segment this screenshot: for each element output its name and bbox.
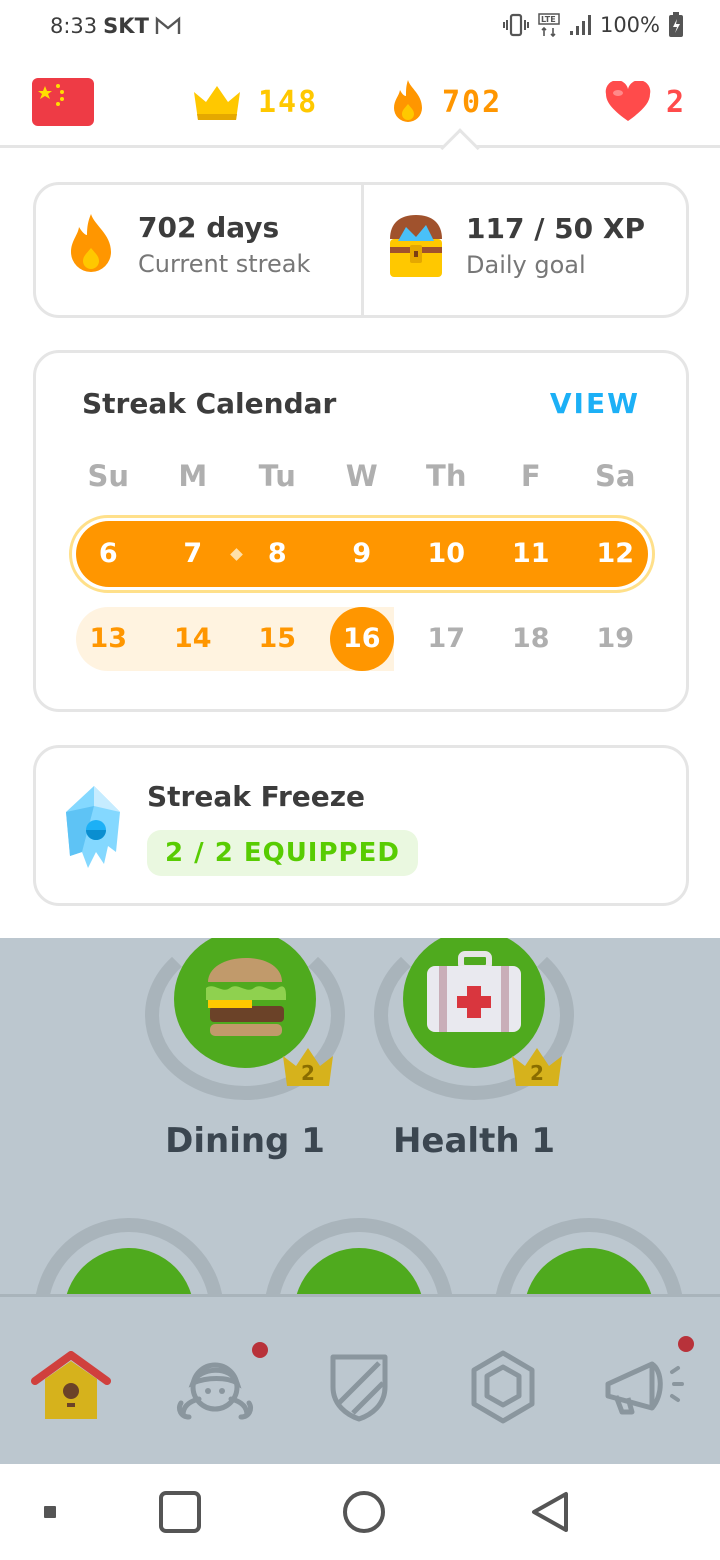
recents-icon[interactable] [158, 1490, 202, 1534]
calendar-title: Streak Calendar [82, 387, 337, 420]
lte-icon: LTE [538, 13, 560, 38]
calendar-day: 14 [173, 623, 212, 654]
shield-icon [330, 1354, 388, 1422]
calendar-day: 18 [511, 623, 550, 654]
calendar-day: 7 [151, 521, 243, 587]
notification-dot [252, 1342, 268, 1358]
svg-text:2: 2 [301, 1061, 315, 1085]
streak-days: 702 days [138, 211, 280, 244]
streak-counter[interactable]: 702 [388, 78, 502, 126]
status-left: 8:33 SKT [50, 14, 181, 38]
skill-dining[interactable]: 2 Dining 1 [145, 938, 345, 1161]
streak-caption: Current streak [138, 250, 311, 278]
weekday-label: Sa [595, 459, 636, 493]
ice-cube-icon [66, 786, 120, 868]
equipped-badge: 2 / 2 EQUIPPED [147, 830, 418, 876]
weekday-label: Su [87, 459, 130, 493]
calendar-day: 8 [267, 538, 287, 569]
skill-bubble[interactable] [34, 1218, 224, 1294]
fire-icon [394, 80, 422, 122]
calendar-day: 9 [352, 538, 372, 569]
crown-icon [194, 86, 240, 120]
calendar-day: 11 [511, 538, 550, 569]
carrier: SKT [103, 14, 149, 38]
skill-health[interactable]: 2 Health 1 [374, 938, 574, 1161]
crown-counter[interactable]: 148 [190, 78, 318, 126]
calendar-week-2: 13 14 15 16 17 18 19 [66, 607, 658, 671]
freeze-title: Streak Freeze [147, 780, 366, 813]
megaphone-icon [605, 1361, 684, 1415]
daily-goal: 117 / 50 XP Daily goal [386, 211, 645, 279]
crown-count: 148 [258, 84, 319, 120]
tab-profile[interactable] [170, 1342, 268, 1432]
clock: 8:33 [50, 14, 98, 38]
weekday-header: Su M Tu W Th F Sa [66, 459, 658, 493]
notification-dot [678, 1336, 694, 1352]
bottom-tab-bar [0, 1294, 720, 1464]
weekday-label: W [345, 459, 378, 493]
svg-text:2: 2 [530, 1061, 544, 1085]
fire-icon [71, 213, 111, 272]
back-icon[interactable] [528, 1490, 572, 1534]
view-calendar-button[interactable]: VIEW [550, 387, 640, 420]
home-circle-icon[interactable] [342, 1490, 386, 1534]
china-flag-icon[interactable] [32, 78, 94, 126]
learning-path: 2 Dining 1 2 Health 1 [0, 938, 720, 1294]
calendar-day: 12 [596, 538, 635, 569]
top-stats-bar: 148 702 2 [0, 56, 720, 148]
birdhouse-icon [31, 1351, 111, 1419]
weekday-label: Tu [258, 459, 296, 493]
streak-freeze-card[interactable]: Streak Freeze 2 / 2 EQUIPPED [33, 745, 689, 906]
xp-progress: 117 / 50 XP [466, 211, 645, 245]
menu-square-icon[interactable] [44, 1506, 56, 1518]
treasure-chest-icon [390, 215, 442, 277]
crown-level-icon: 2 [512, 1048, 562, 1086]
signal-icon [569, 15, 591, 35]
gem-icon [471, 1350, 535, 1424]
skill-label: Health 1 [392, 1121, 556, 1161]
battery-percent: 100% [599, 13, 660, 37]
crown-level-icon: 2 [283, 1048, 333, 1086]
hearts-counter[interactable]: 2 [604, 78, 686, 126]
skill-bubble[interactable] [264, 1218, 454, 1294]
card-divider [361, 185, 364, 315]
calendar-week-1: 6 7 8 9 10 11 12 [66, 521, 658, 587]
vibrate-icon [502, 13, 529, 37]
status-right: LTE 100% [502, 12, 684, 38]
skill-bubble[interactable] [494, 1218, 684, 1294]
goal-caption: Daily goal [466, 250, 586, 279]
weekday-label: M [178, 459, 208, 493]
svg-text:LTE: LTE [541, 15, 556, 24]
skill-label: Dining 1 [165, 1121, 325, 1161]
weekday-label: Th [426, 459, 467, 493]
gmail-icon [155, 16, 181, 34]
streak-count: 702 [442, 84, 503, 120]
streak-calendar-card: Streak Calendar VIEW Su M Tu W Th F Sa 6… [33, 350, 689, 712]
streak-summary-card: 702 days Current streak 117 / 50 XP Dail… [33, 182, 689, 318]
heart-icon [605, 81, 651, 121]
system-nav-bar [0, 1464, 720, 1560]
battery-charging-icon [669, 12, 683, 37]
calendar-day: 17 [427, 623, 466, 654]
calendar-day: 15 [258, 623, 297, 654]
tab-shop[interactable] [458, 1342, 548, 1432]
calendar-day: 19 [596, 623, 635, 654]
tab-home[interactable] [26, 1342, 116, 1432]
avatar-icon [176, 1362, 254, 1420]
tab-leagues[interactable] [314, 1342, 404, 1432]
status-bar: 8:33 SKT LTE 100% [0, 0, 720, 56]
calendar-day: 13 [89, 623, 128, 654]
calendar-day: 6 [98, 538, 118, 569]
weekday-label: F [520, 459, 541, 493]
calendar-day: 10 [427, 538, 466, 569]
hearts-count: 2 [666, 84, 687, 120]
current-streak: 702 days Current streak [64, 211, 310, 278]
calendar-day-today: 16 [320, 607, 405, 671]
tab-news[interactable] [600, 1336, 694, 1432]
